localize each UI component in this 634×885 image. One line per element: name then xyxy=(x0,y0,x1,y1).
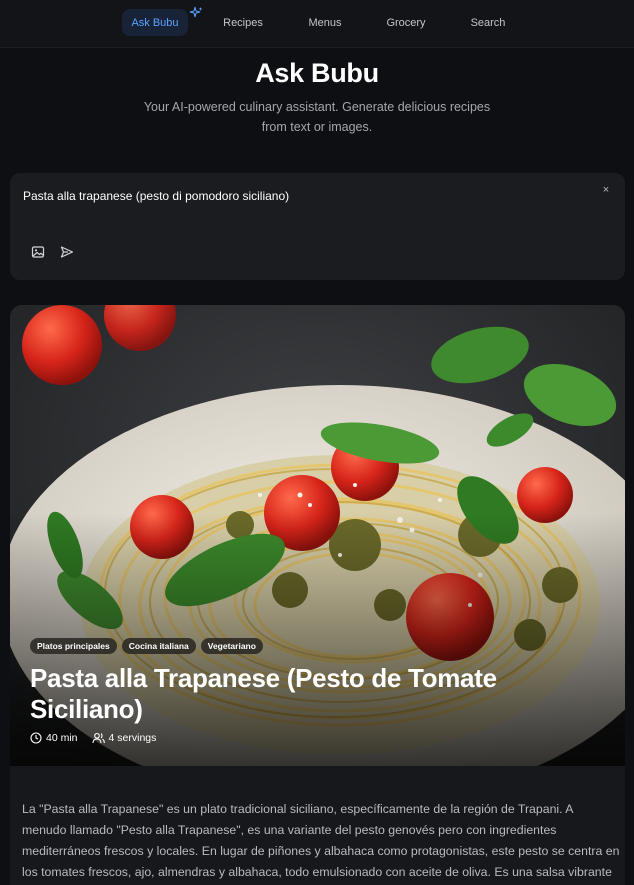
page-subtitle: Your AI-powered culinary assistant. Gene… xyxy=(143,100,491,134)
recipe-meta: 40 min 4 servings xyxy=(30,732,156,744)
send-icon[interactable] xyxy=(60,245,74,259)
recipe-title: Pasta alla Trapanese (Pesto de Tomate Si… xyxy=(30,663,497,724)
nav-ask-bubu[interactable]: Ask Bubu xyxy=(122,9,188,36)
recipe-tags: Platos principales Cocina italiana Veget… xyxy=(30,638,263,654)
nav-grocery[interactable]: Grocery xyxy=(376,9,436,36)
prompt-card: Pasta alla trapanese (pesto di pomodoro … xyxy=(10,173,625,280)
nav-recipes-label: Recipes xyxy=(223,16,263,29)
nav-menus[interactable]: Menus xyxy=(298,9,352,36)
users-icon xyxy=(91,732,105,744)
tag-italian-cuisine[interactable]: Cocina italiana xyxy=(121,638,196,654)
top-nav: Ask Bubu Recipes Menus Grocery Search xyxy=(0,0,634,48)
prompt-input[interactable]: Pasta alla trapanese (pesto di pomodoro … xyxy=(23,189,289,203)
sparkle-icon xyxy=(189,6,203,18)
clear-prompt-button[interactable]: × xyxy=(599,183,613,197)
nav-search[interactable]: Search xyxy=(462,9,514,36)
nav-recipes[interactable]: Recipes xyxy=(214,9,272,36)
recipe-servings-value: 4 servings xyxy=(108,732,157,744)
nav-grocery-label: Grocery xyxy=(386,16,426,29)
tag-main-dishes[interactable]: Platos principales xyxy=(30,638,117,654)
page-title: Ask Bubu xyxy=(255,58,379,88)
recipe-time-value: 40 min xyxy=(46,732,78,744)
nav-ask-bubu-label: Ask Bubu xyxy=(131,16,179,29)
recipe-card[interactable]: Platos principales Cocina italiana Veget… xyxy=(10,305,625,885)
nav-search-label: Search xyxy=(470,16,506,29)
image-icon[interactable] xyxy=(31,245,45,259)
tag-vegetarian[interactable]: Vegetariano xyxy=(200,638,263,654)
recipe-servings: 4 servings xyxy=(91,732,157,744)
recipe-time: 40 min xyxy=(30,732,78,744)
nav-menus-label: Menus xyxy=(308,16,342,29)
recipe-description: La "Pasta alla Trapanese" es un plato tr… xyxy=(22,802,620,879)
clock-icon xyxy=(30,732,42,744)
